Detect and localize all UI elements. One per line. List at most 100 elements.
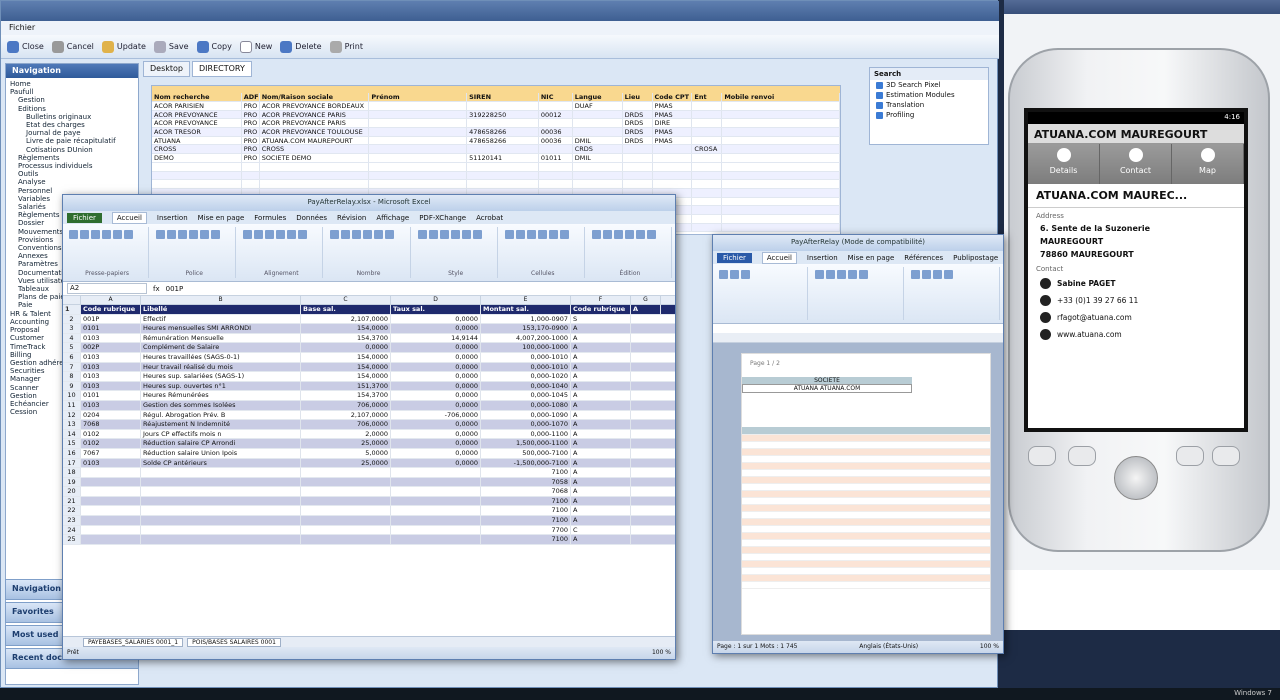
excel-cell[interactable]: 25,0000 xyxy=(301,458,391,468)
tree-item[interactable]: Home xyxy=(10,80,134,88)
excel-cell[interactable]: 0,000-1040 xyxy=(481,381,571,391)
excel-cell[interactable] xyxy=(81,477,141,487)
word-tab-4[interactable]: Références xyxy=(904,254,943,262)
ribbon-command-icon[interactable] xyxy=(200,230,210,239)
ribbon-command-icon[interactable] xyxy=(113,230,122,239)
update-button[interactable]: Update xyxy=(101,40,146,53)
sheet-tab[interactable]: POIS/BASES SALAIRES 0001 xyxy=(187,637,281,647)
excel-tab-4[interactable]: Formules xyxy=(254,214,286,222)
excel-cell[interactable]: 0,0000 xyxy=(391,352,481,362)
row-number[interactable]: 9 xyxy=(63,381,81,391)
excel-cell[interactable]: A xyxy=(571,372,631,381)
excel-cell[interactable]: 0,000-1100 xyxy=(481,429,571,439)
row-number[interactable]: 17 xyxy=(63,458,81,468)
excel-cell[interactable]: 1,500,000-1100 xyxy=(481,439,571,448)
grid-row[interactable]: ACOR PARISIEN PRO ACOR PREVOYANCE BORDEAUX… xyxy=(152,102,840,111)
excel-cell[interactable]: 7068 xyxy=(81,420,141,429)
ribbon-command-icon[interactable] xyxy=(330,230,340,239)
row-number[interactable]: 14 xyxy=(63,429,81,439)
panel-item-estimation[interactable]: Estimation Modules xyxy=(870,90,988,100)
excel-tab-8[interactable]: PDF-XChange xyxy=(419,214,466,222)
excel-cell[interactable]: 0,0000 xyxy=(391,324,481,333)
excel-cell[interactable]: 0,0000 xyxy=(391,400,481,410)
grid-row[interactable]: ACOR TRESOR PRO ACOR PREVOYANCE TOULOUSE 47… xyxy=(152,128,840,137)
excel-row[interactable]: 14 0102 Jours CP effectifs mois n 2,0000 0,0… xyxy=(63,429,675,440)
excel-cell[interactable] xyxy=(301,468,391,477)
excel-cell[interactable] xyxy=(391,468,481,477)
excel-cell[interactable]: Réduction salaire Union Ipois xyxy=(141,448,301,458)
excel-cell[interactable] xyxy=(141,525,301,535)
excel-cell[interactable] xyxy=(391,506,481,516)
excel-cell[interactable]: 001P xyxy=(81,314,141,324)
excel-cell[interactable]: 0,0000 xyxy=(391,448,481,458)
excel-cell[interactable]: 0103 xyxy=(81,458,141,468)
row-number[interactable]: 1 xyxy=(63,305,81,314)
excel-cell[interactable]: 2,107,0000 xyxy=(301,410,391,420)
ribbon-command-icon[interactable] xyxy=(254,230,264,239)
excel-cell[interactable] xyxy=(301,506,391,516)
excel-row[interactable]: 11 0103 Gestion des sommes Isolées 706,0000… xyxy=(63,400,675,411)
excel-cell[interactable]: A xyxy=(571,439,631,448)
excel-cell[interactable]: A xyxy=(571,448,631,458)
excel-cell[interactable]: 7067 xyxy=(81,448,141,458)
excel-cell[interactable]: Rémunération Mensuelle xyxy=(141,333,301,343)
excel-cell[interactable]: 706,0000 xyxy=(301,400,391,410)
grid-header-cell[interactable]: Mobile renvoi xyxy=(722,93,840,101)
phone-menu-button[interactable] xyxy=(1068,446,1096,466)
excel-cell[interactable]: Heures travaillées (SAGS-0-1) xyxy=(141,352,301,362)
excel-cell[interactable]: 0,0000 xyxy=(391,391,481,400)
ribbon-command-icon[interactable] xyxy=(548,230,558,239)
row-number[interactable]: 15 xyxy=(63,439,81,448)
tab-desktop[interactable]: Desktop xyxy=(143,61,190,77)
ribbon-command-icon[interactable] xyxy=(504,230,514,239)
excel-cell[interactable]: 0,0000 xyxy=(391,381,481,391)
excel-cell[interactable]: Heur travail réalisé du mois xyxy=(141,362,301,372)
excel-header-cell[interactable]: Libellé xyxy=(141,305,301,314)
grid-header-cell[interactable]: Nom/Raison sociale xyxy=(260,93,370,101)
grid-header-cell[interactable]: Ent xyxy=(692,93,723,101)
tab-directory[interactable]: DIRECTORY xyxy=(192,61,252,77)
excel-cell[interactable] xyxy=(301,496,391,506)
column-letter[interactable] xyxy=(63,296,81,304)
excel-cell[interactable] xyxy=(301,516,391,525)
excel-row[interactable]: 4 0103 Rémunération Mensuelle 154,3700 14,91… xyxy=(63,333,675,344)
excel-cell[interactable]: 5,0000 xyxy=(301,448,391,458)
row-number[interactable]: 16 xyxy=(63,448,81,458)
excel-cell[interactable]: 7100 xyxy=(481,506,571,516)
excel-cell[interactable]: 0103 xyxy=(81,362,141,372)
row-number[interactable]: 2 xyxy=(63,314,81,324)
ribbon-command-icon[interactable] xyxy=(461,230,471,239)
tree-item[interactable]: Analyse xyxy=(10,178,134,186)
ribbon-command-icon[interactable] xyxy=(287,230,297,239)
app-menu-bar[interactable]: Fichier xyxy=(1,21,999,35)
column-letter[interactable]: G xyxy=(631,296,661,304)
excel-cell[interactable]: A xyxy=(571,516,631,525)
excel-row[interactable]: 19 7058 A xyxy=(63,477,675,488)
column-letter[interactable]: C xyxy=(301,296,391,304)
tree-item[interactable]: Editions xyxy=(10,105,134,113)
excel-cell[interactable]: 7100 xyxy=(481,516,571,525)
excel-cell[interactable]: A xyxy=(571,410,631,420)
row-number[interactable]: 19 xyxy=(63,477,81,487)
excel-row[interactable]: 13 7068 Réajustement N Indemnité 706,0000 0,… xyxy=(63,420,675,430)
ribbon-command-icon[interactable] xyxy=(613,230,623,239)
excel-cell[interactable]: 0,000-1090 xyxy=(481,410,571,420)
excel-cell[interactable]: Réajustement N Indemnité xyxy=(141,420,301,429)
ribbon-command-icon[interactable] xyxy=(559,230,569,239)
excel-cell[interactable]: 2,0000 xyxy=(301,429,391,439)
excel-cell[interactable]: Heures sup. salariées (SAGS-1) xyxy=(141,372,301,381)
excel-cell[interactable]: A xyxy=(571,506,631,516)
phone-home-button[interactable] xyxy=(1028,446,1056,466)
grid-header-cell[interactable]: Prénom xyxy=(369,93,468,101)
excel-cell[interactable] xyxy=(391,516,481,525)
excel-cell[interactable]: 0101 xyxy=(81,391,141,400)
phone-contact-phone[interactable]: +33 (0)1 39 27 66 11 xyxy=(1028,292,1244,309)
excel-row[interactable]: 8 0103 Heures sup. salariées (SAGS-1) 154,0… xyxy=(63,372,675,382)
excel-cell[interactable]: 154,3700 xyxy=(301,391,391,400)
row-number[interactable]: 8 xyxy=(63,372,81,381)
excel-cell[interactable] xyxy=(391,487,481,496)
panel-item-profiling[interactable]: Profiling xyxy=(870,110,988,120)
ribbon-command-icon[interactable] xyxy=(624,230,634,239)
excel-cell[interactable] xyxy=(391,535,481,544)
excel-cell[interactable]: 14,9144 xyxy=(391,333,481,343)
